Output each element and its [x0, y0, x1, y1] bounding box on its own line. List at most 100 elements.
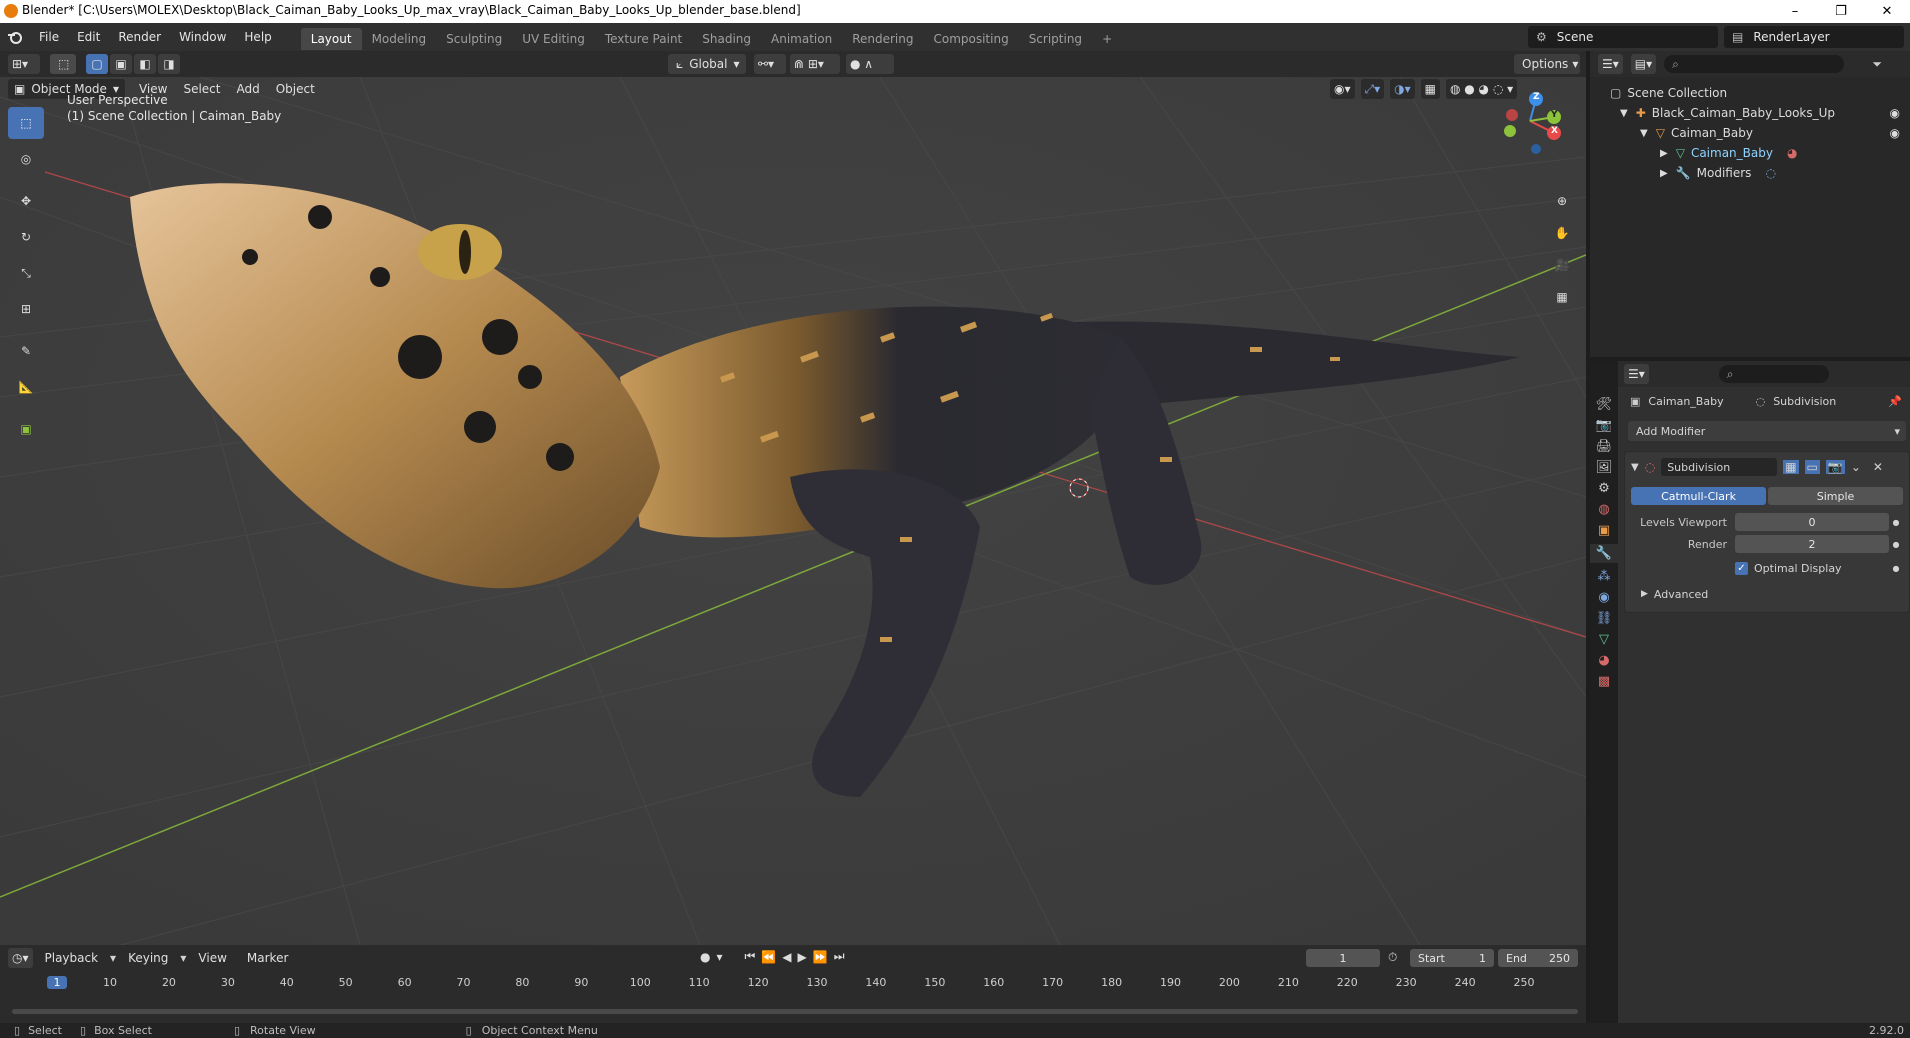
stopwatch-icon[interactable]: ⏱ — [1388, 950, 1397, 965]
tool-add-cube[interactable]: ▣ — [8, 413, 44, 445]
gizmo-toggle[interactable]: ⤢▾ — [1360, 79, 1385, 99]
select-new-button[interactable]: ▢ — [86, 54, 108, 74]
jump-start-icon[interactable]: ⏮ — [745, 949, 756, 964]
viewport-menu-add[interactable]: Add — [228, 82, 267, 96]
tool-rotate[interactable]: ↻ — [8, 221, 44, 253]
timeline-scrollbar[interactable] — [12, 1009, 1578, 1014]
object-tab-icon[interactable]: ▣ — [1598, 523, 1610, 538]
optimal-display-checkbox[interactable]: ✓ — [1735, 561, 1748, 575]
tab-uv-editing[interactable]: UV Editing — [512, 28, 595, 50]
display-mode-dropdown[interactable]: ▤▾ — [1630, 54, 1657, 74]
simple-button[interactable]: Simple — [1768, 487, 1903, 505]
jump-end-icon[interactable]: ⏭ — [834, 949, 845, 964]
pan-hand-icon[interactable]: ✋ — [1550, 221, 1574, 245]
play-icon[interactable]: ▶ — [798, 950, 807, 964]
prev-keyframe-icon[interactable]: ⏪ — [761, 950, 776, 964]
tool-annotate[interactable]: ✎ — [8, 335, 44, 367]
edit-mode-toggle-icon[interactable]: ▦ — [1783, 460, 1799, 474]
chevron-down-icon[interactable]: ⌄ — [1851, 460, 1861, 474]
keyframe-dot-icon[interactable]: ● — [1889, 518, 1903, 527]
keyframe-dot-icon[interactable]: ● — [1889, 564, 1903, 573]
grid-view-icon[interactable]: ▦ — [1550, 285, 1574, 309]
pin-icon[interactable]: 📌 — [1888, 395, 1902, 408]
outliner-search[interactable]: ⌕ — [1664, 55, 1845, 73]
outliner-item[interactable]: ▶ 🔧 Modifiers ◌ — [1590, 163, 1910, 183]
play-reverse-icon[interactable]: ◀ — [782, 950, 791, 964]
zoom-icon[interactable]: ⊕ — [1550, 189, 1574, 213]
viewport-menu-object[interactable]: Object — [268, 82, 323, 96]
select-extend-button[interactable]: ▣ — [110, 54, 132, 74]
material-tab-icon[interactable]: ◕ — [1598, 653, 1609, 668]
chevron-down-icon[interactable]: ▼ — [1631, 462, 1639, 473]
outliner-item[interactable]: ▶ ▽ Caiman_Baby ◕ — [1590, 143, 1910, 163]
outliner-scene-collection[interactable]: ▢ Scene Collection — [1590, 83, 1910, 103]
menu-file[interactable]: File — [30, 23, 68, 51]
menu-edit[interactable]: Edit — [68, 23, 109, 51]
modifier-name-field[interactable]: Subdivision — [1661, 458, 1778, 476]
tab-compositing[interactable]: Compositing — [923, 28, 1018, 50]
tab-texture-paint[interactable]: Texture Paint — [595, 28, 692, 50]
timeline-ruler[interactable]: 1 10 20 30 40 50 60 70 80 90 100 110 120 130 140 150 160… — [0, 973, 1586, 993]
data-tab-icon[interactable]: ▽ — [1599, 632, 1609, 647]
snap-toggle[interactable]: ⋒ ⊞▾ — [790, 54, 840, 74]
proportional-edit-toggle[interactable]: ● ∧ — [846, 54, 894, 74]
maximize-button[interactable]: ❐ — [1818, 0, 1864, 23]
3d-viewport[interactable]: ▣ Object Mode ▾ View Select Add Object ◉… — [0, 77, 1586, 945]
pivot-point-dropdown[interactable]: ⚯▾ — [754, 54, 786, 74]
close-icon[interactable]: ✕ — [1873, 460, 1883, 474]
options-dropdown[interactable]: Options ▾ — [1514, 54, 1580, 74]
minimize-button[interactable]: – — [1772, 0, 1818, 23]
modifier-tab-icon[interactable]: 🔧 — [1589, 544, 1619, 563]
tool-scale[interactable]: ⤡ — [8, 257, 44, 289]
properties-editor-type[interactable]: ☰▾ — [1624, 364, 1649, 384]
tab-rendering[interactable]: Rendering — [842, 28, 923, 50]
tool-tab-icon[interactable]: 🛠 — [1596, 397, 1613, 412]
texture-tab-icon[interactable]: ▩ — [1598, 674, 1610, 689]
view-layer-tab-icon[interactable]: 🖼 — [1596, 460, 1613, 475]
timeline-menu-playback[interactable]: Playback — [37, 951, 107, 965]
eye-icon[interactable]: ◉ — [1890, 106, 1900, 120]
render-tab-icon[interactable]: 📷 — [1596, 418, 1612, 433]
tab-animation[interactable]: Animation — [761, 28, 842, 50]
start-frame-field[interactable]: Start 1 — [1410, 949, 1494, 967]
tool-measure[interactable]: 📐 — [8, 371, 44, 403]
chevron-down-icon[interactable]: ▾ — [716, 950, 722, 964]
next-keyframe-icon[interactable]: ⏩ — [813, 950, 828, 964]
timeline-menu-marker[interactable]: Marker — [239, 951, 296, 965]
scene-selector[interactable]: ⚙ Scene — [1528, 26, 1718, 48]
properties-search[interactable]: ⌕ — [1718, 365, 1829, 383]
visibility-dropdown[interactable]: ◉▾ — [1330, 79, 1355, 99]
render-levels-field[interactable]: 2 — [1735, 535, 1889, 553]
menu-window[interactable]: Window — [170, 23, 235, 51]
end-frame-field[interactable]: End 250 — [1498, 949, 1578, 967]
timeline-menu-view[interactable]: View — [190, 951, 234, 965]
blender-menu-icon[interactable] — [0, 29, 30, 45]
menu-render[interactable]: Render — [109, 23, 170, 51]
levels-viewport-field[interactable]: 0 — [1735, 513, 1889, 531]
transform-orientation-dropdown[interactable]: ⟀ Global ▾ — [668, 54, 746, 74]
advanced-section[interactable]: ▶ Advanced — [1631, 584, 1903, 604]
editor-type-button[interactable]: ⊞▾ — [8, 54, 40, 74]
world-tab-icon[interactable]: ◍ — [1598, 502, 1609, 517]
eye-icon[interactable]: ◉ — [1890, 126, 1900, 140]
timeline-menu-keying[interactable]: Keying — [120, 951, 176, 965]
navigation-gizmo[interactable]: Z X Y — [1496, 91, 1566, 161]
add-modifier-dropdown[interactable]: Add Modifier ▾ — [1628, 421, 1906, 441]
select-intersect-button[interactable]: ◨ — [158, 54, 180, 74]
physics-tab-icon[interactable]: ◉ — [1598, 590, 1609, 605]
output-tab-icon[interactable]: 🖨 — [1596, 439, 1613, 454]
current-frame-field[interactable]: 1 — [1306, 949, 1380, 967]
outliner-item[interactable]: ▼ ▽ Caiman_Baby ◉ — [1590, 123, 1910, 143]
tool-move[interactable]: ✥ — [8, 185, 44, 217]
scene-tab-icon[interactable]: ⚙ — [1598, 481, 1610, 496]
camera-icon[interactable]: 🎥 — [1550, 253, 1574, 277]
render-layer-selector[interactable]: ▤ RenderLayer — [1724, 26, 1904, 48]
tool-cursor[interactable]: ◎ — [8, 143, 44, 175]
xray-toggle[interactable]: ▦ — [1420, 79, 1440, 99]
constraints-tab-icon[interactable]: ⛓ — [1596, 611, 1613, 626]
tool-select-box[interactable]: ⬚ — [8, 107, 44, 139]
tab-layout[interactable]: Layout — [300, 27, 362, 50]
tab-scripting[interactable]: Scripting — [1019, 28, 1092, 50]
close-window-button[interactable]: ✕ — [1864, 0, 1910, 23]
record-icon[interactable]: ● — [700, 950, 710, 964]
